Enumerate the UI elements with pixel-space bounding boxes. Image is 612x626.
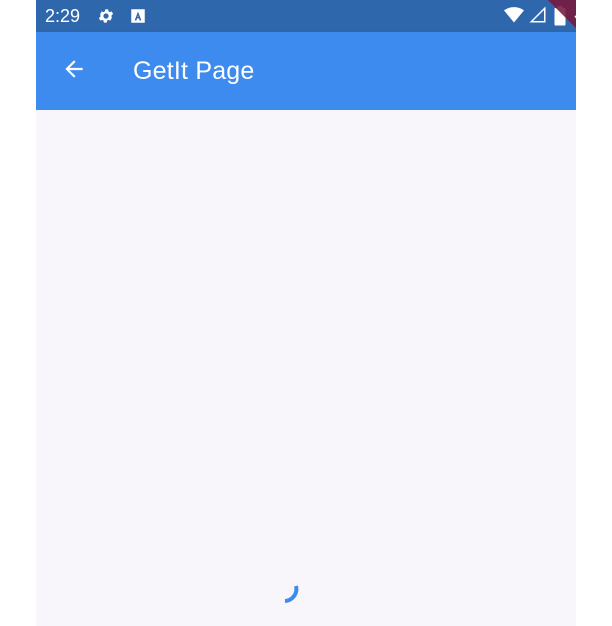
arrow-back-icon <box>61 56 87 87</box>
loading-spinner <box>268 576 304 612</box>
battery-icon <box>554 6 566 31</box>
status-time: 2:29 <box>45 6 81 26</box>
page-content <box>36 110 576 626</box>
status-bar: 2:29 <box>36 0 576 32</box>
android-a-icon <box>129 7 147 25</box>
gear-icon <box>97 7 115 25</box>
wifi-icon <box>504 6 524 29</box>
page-title: GetIt Page <box>133 57 255 85</box>
signal-icon <box>529 6 547 29</box>
back-button[interactable] <box>52 49 96 93</box>
app-bar: GetIt Page <box>36 32 576 110</box>
phone-screen: 2:29 GetIt Page <box>36 0 576 626</box>
